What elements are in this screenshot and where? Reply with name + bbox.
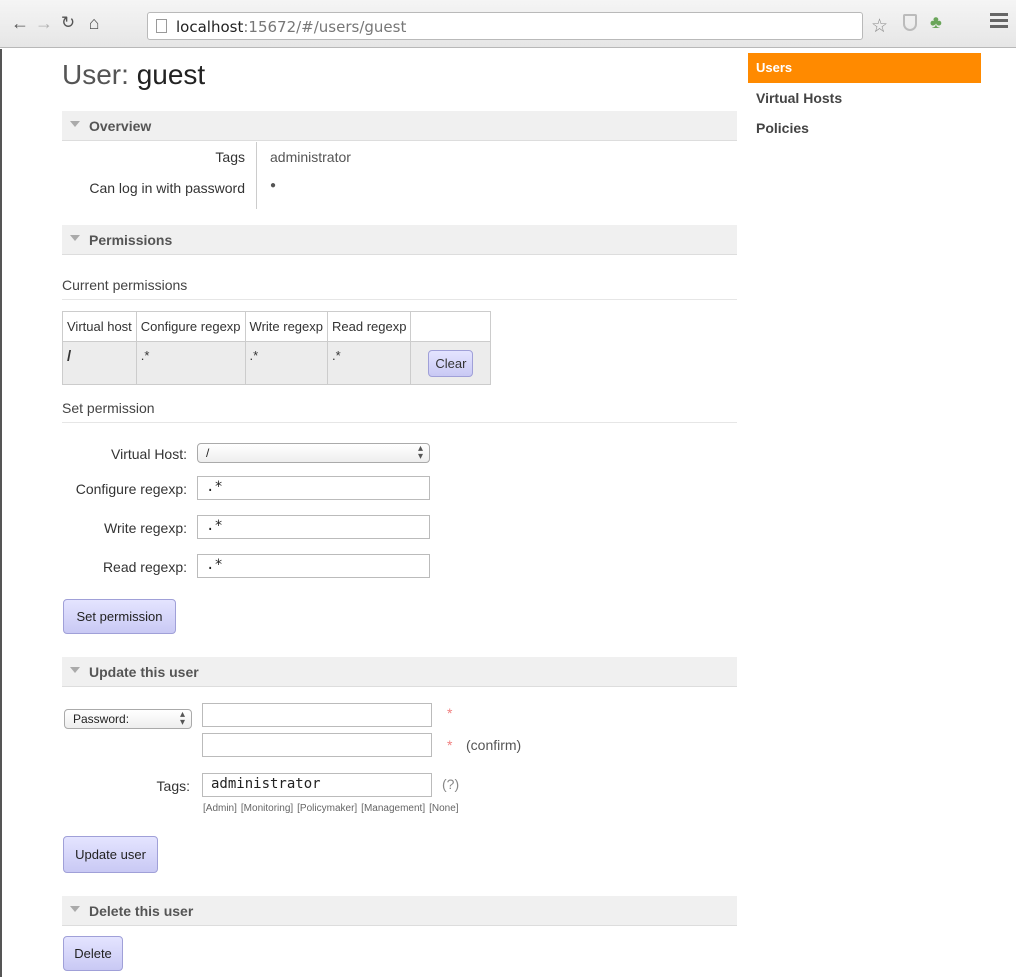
write-input[interactable]: .* bbox=[197, 515, 430, 539]
cell-action: Clear bbox=[410, 341, 492, 385]
cell-vhost: / bbox=[62, 341, 137, 385]
table-row: / .* .* .* Clear bbox=[62, 341, 492, 385]
section-title: Permissions bbox=[89, 232, 173, 248]
page-title: User: guest bbox=[62, 59, 205, 91]
permissions-table: Virtual host Configure regexp Write rege… bbox=[62, 311, 492, 385]
confirm-hint: (confirm) bbox=[466, 737, 522, 753]
select-arrows-icon: ▴ ▾ bbox=[179, 709, 185, 728]
required-mark: * bbox=[447, 737, 453, 753]
password-confirm-input[interactable] bbox=[202, 733, 432, 757]
section-update-user[interactable]: Update this user bbox=[62, 657, 737, 687]
leaf-icon[interactable]: ♣ bbox=[930, 12, 942, 33]
collapse-triangle-icon bbox=[70, 121, 80, 127]
delete-button[interactable]: Delete bbox=[63, 936, 123, 971]
title-prefix: User: bbox=[62, 59, 129, 90]
collapse-triangle-icon bbox=[70, 667, 80, 673]
cell-read: .* bbox=[326, 341, 412, 385]
vhost-select[interactable]: / ▴ ▾ bbox=[197, 443, 430, 463]
sidebar-item-users[interactable]: Users bbox=[748, 53, 981, 83]
tags-help-link[interactable]: (?) bbox=[442, 776, 459, 792]
page-content: User: guest Overview Tags administrator … bbox=[0, 49, 1016, 977]
tag-option-monitoring[interactable]: [Monitoring] bbox=[241, 803, 293, 814]
table-header-row: Virtual host Configure regexp Write rege… bbox=[62, 311, 492, 342]
url-host: localhost bbox=[176, 18, 244, 36]
back-arrow-icon[interactable]: ← bbox=[10, 13, 30, 33]
section-title: Overview bbox=[89, 118, 152, 134]
password-mode-select[interactable]: Password: ▴ ▾ bbox=[64, 709, 192, 729]
tags-label: Tags: bbox=[156, 778, 190, 794]
configure-label: Configure regexp: bbox=[75, 481, 187, 497]
read-input[interactable]: .* bbox=[197, 554, 430, 578]
password-input[interactable] bbox=[202, 703, 432, 727]
overview-key: Tags bbox=[215, 149, 245, 165]
tag-option-management[interactable]: [Management] bbox=[361, 803, 425, 814]
tags-input[interactable]: administrator bbox=[202, 773, 432, 797]
section-title: Update this user bbox=[89, 664, 199, 680]
browser-toolbar: ← → ↻ ⌂ localhost:15672/#/users/guest ☆ … bbox=[0, 0, 1016, 48]
section-delete-user[interactable]: Delete this user bbox=[62, 896, 737, 926]
clear-button[interactable]: Clear bbox=[428, 349, 474, 377]
cell-configure: .* bbox=[135, 341, 246, 385]
address-bar[interactable]: localhost:15672/#/users/guest ☆ bbox=[147, 12, 888, 40]
set-permission-button[interactable]: Set permission bbox=[63, 599, 176, 634]
section-overview[interactable]: Overview bbox=[62, 111, 737, 141]
sidebar-nav: Users Virtual Hosts Policies bbox=[748, 53, 981, 143]
column-header: Read regexp bbox=[326, 311, 412, 342]
url-path: :15672/#/users/guest bbox=[243, 18, 407, 36]
sidebar-item-virtual-hosts[interactable]: Virtual Hosts bbox=[748, 83, 981, 113]
tag-option-none[interactable]: [None] bbox=[429, 803, 458, 814]
select-arrows-icon: ▴ ▾ bbox=[417, 443, 423, 462]
section-title: Delete this user bbox=[89, 903, 194, 919]
tag-options: [Admin] [Monitoring] [Policymaker] [Managem… bbox=[203, 803, 463, 814]
reload-icon[interactable]: ↻ bbox=[58, 13, 78, 33]
overview-value: ● bbox=[270, 180, 277, 191]
column-header: Configure regexp bbox=[135, 311, 246, 342]
collapse-triangle-icon bbox=[70, 906, 80, 912]
vhost-select-value: / bbox=[206, 446, 210, 460]
required-mark: * bbox=[447, 705, 453, 721]
vhost-label: Virtual Host: bbox=[111, 446, 187, 462]
set-permission-heading: Set permission bbox=[62, 400, 737, 423]
column-header-empty bbox=[410, 311, 492, 342]
sidebar-item-policies[interactable]: Policies bbox=[748, 113, 981, 143]
user-name: guest bbox=[136, 59, 206, 90]
write-label: Write regexp: bbox=[104, 520, 187, 536]
url-text[interactable]: localhost:15672/#/users/guest bbox=[176, 18, 406, 36]
cell-write: .* bbox=[244, 341, 329, 385]
tag-option-admin[interactable]: [Admin] bbox=[203, 803, 237, 814]
home-icon[interactable]: ⌂ bbox=[84, 13, 104, 33]
password-mode-value: Password: bbox=[73, 712, 130, 726]
shield-icon[interactable] bbox=[903, 14, 917, 31]
column-header: Write regexp bbox=[244, 311, 329, 342]
section-permissions[interactable]: Permissions bbox=[62, 225, 737, 255]
update-user-button[interactable]: Update user bbox=[63, 836, 158, 873]
column-header: Virtual host bbox=[62, 311, 137, 342]
overview-key: Can log in with password bbox=[89, 180, 245, 196]
tag-option-policymaker[interactable]: [Policymaker] bbox=[297, 803, 357, 814]
page-icon bbox=[156, 19, 167, 33]
star-outline-icon[interactable]: ☆ bbox=[871, 15, 888, 38]
configure-input[interactable]: .* bbox=[197, 476, 430, 500]
overview-value: administrator bbox=[270, 149, 351, 165]
read-label: Read regexp: bbox=[102, 559, 187, 575]
divider bbox=[256, 142, 257, 209]
forward-arrow-icon[interactable]: → bbox=[34, 13, 54, 33]
current-permissions-heading: Current permissions bbox=[62, 277, 737, 300]
collapse-triangle-icon bbox=[70, 235, 80, 241]
hamburger-icon[interactable] bbox=[990, 13, 1008, 31]
